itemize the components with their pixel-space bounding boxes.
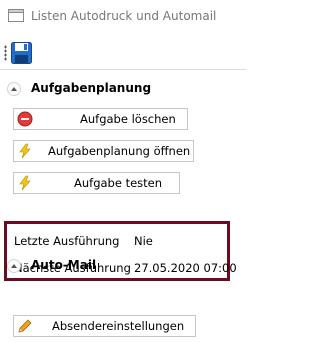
pencil-icon [18,319,32,333]
toolbar [0,38,246,70]
last-run-label: Letzte Ausführung [14,234,120,248]
delete-task-label: Aufgabe löschen [80,112,176,126]
delete-icon [17,111,33,127]
collapse-icon[interactable] [7,82,21,96]
test-task-button[interactable]: Aufgabe testen [13,172,180,194]
open-scheduler-label: Aufgabenplanung öffnen [48,144,191,158]
sender-settings-button[interactable]: Absendereinstellungen [13,315,196,337]
section-automail[interactable]: Auto-Mail [0,256,246,278]
title-bar: Listen Autodruck und Automail [0,0,246,31]
section-aufgabenplanung[interactable]: Aufgabenplanung [0,79,246,101]
last-run-row: Letzte Ausführung Nie [14,234,153,248]
delete-task-button[interactable]: Aufgabe löschen [13,108,188,130]
save-icon[interactable] [11,41,32,65]
open-scheduler-button[interactable]: Aufgabenplanung öffnen [13,140,194,162]
section-label-aufgabenplanung: Aufgabenplanung [31,81,152,95]
toolbar-grip[interactable] [4,45,7,61]
app-window-icon [8,9,24,22]
sender-settings-label: Absendereinstellungen [52,319,185,333]
lightning-icon [19,175,31,191]
lightning-icon [19,143,31,159]
test-task-label: Aufgabe testen [74,176,163,190]
collapse-icon[interactable] [7,259,21,273]
section-label-automail: Auto-Mail [31,258,97,272]
last-run-value: Nie [134,234,153,248]
window-title: Listen Autodruck und Automail [31,9,217,23]
